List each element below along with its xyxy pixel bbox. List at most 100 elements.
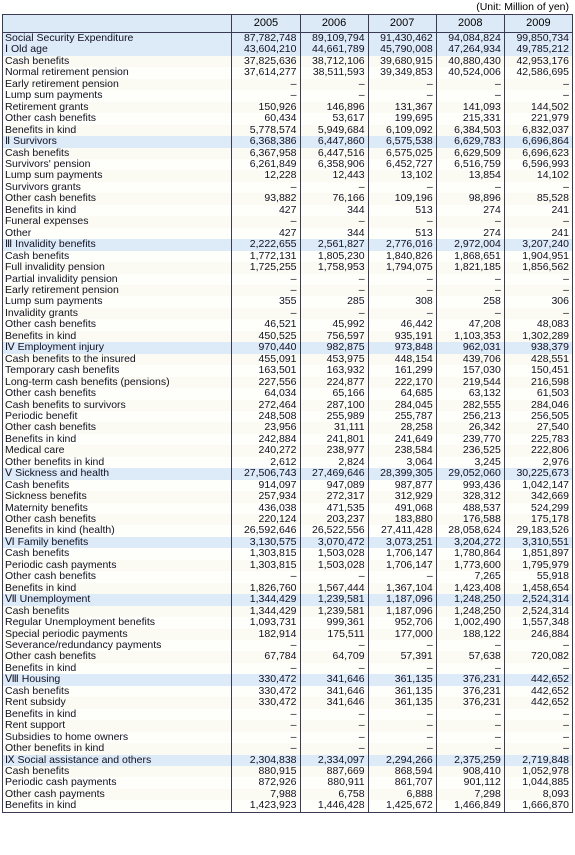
row-label: Cash benefits bbox=[2, 55, 233, 68]
cell-value-2006: 999,361 bbox=[300, 617, 369, 629]
cell-value-2007: 177,000 bbox=[368, 628, 437, 641]
cell-value-2005: 23,956 bbox=[231, 422, 301, 434]
table-row: Ⅰ Old age 43,604,210 44,661,789 45,790,008 4… bbox=[2, 44, 573, 56]
row-label: Special periodic payments bbox=[2, 628, 233, 641]
cell-value-2005: 150,926 bbox=[231, 101, 301, 114]
cell-value-2005: – bbox=[231, 181, 301, 194]
cell-value-2007: 3,073,251 bbox=[368, 536, 437, 549]
cell-value-2005: 87,782,748 bbox=[231, 32, 301, 45]
cell-value-2006: – bbox=[300, 216, 369, 228]
cell-value-2008: 157,030 bbox=[436, 365, 505, 377]
cell-value-2005: 880,915 bbox=[231, 766, 301, 778]
cell-value-2005: – bbox=[231, 273, 301, 285]
cell-value-2008: 3,245 bbox=[436, 456, 505, 469]
table-row: Lump sum payments – – – – – bbox=[2, 90, 573, 102]
cell-value-2005: 6,261,849 bbox=[231, 158, 301, 171]
row-label: Severance/redundancy payments bbox=[2, 640, 233, 652]
cell-value-2005: – bbox=[231, 720, 301, 732]
cell-value-2008: 439,706 bbox=[436, 353, 505, 366]
cell-value-2006: 880,911 bbox=[300, 777, 369, 789]
cell-value-2009: 428,551 bbox=[504, 353, 573, 366]
table-row: Benefits in kind – – – – – bbox=[2, 662, 573, 675]
cell-value-2007: 284,045 bbox=[368, 399, 437, 411]
table-row: Benefits in kind 5,778,574 5,949,684 6,109,… bbox=[2, 124, 573, 137]
row-label: Temporary cash benefits bbox=[2, 365, 233, 377]
cell-value-2005: 6,368,386 bbox=[231, 136, 301, 148]
row-label: Early retirement pension bbox=[2, 78, 233, 91]
row-label: Benefits in kind bbox=[2, 582, 233, 595]
cell-value-2009: 2,524,314 bbox=[504, 594, 573, 606]
cell-value-2008: 141,093 bbox=[436, 101, 505, 114]
cell-value-2006: 285 bbox=[300, 296, 369, 308]
cell-value-2006: 238,977 bbox=[300, 445, 369, 457]
cell-value-2008: 2,375,259 bbox=[436, 754, 505, 766]
cell-value-2007: 13,102 bbox=[368, 170, 437, 182]
table-row: Funeral expenses – – – – – bbox=[2, 216, 573, 228]
cell-value-2009: 27,540 bbox=[504, 422, 573, 434]
row-label: Cash benefits bbox=[2, 605, 233, 618]
row-label: Benefits in kind bbox=[2, 433, 233, 446]
row-label: Other cash benefits bbox=[2, 514, 233, 526]
cell-value-2009: 720,082 bbox=[504, 651, 573, 663]
cell-value-2006: – bbox=[300, 90, 369, 102]
cell-value-2005: – bbox=[231, 662, 301, 675]
cell-value-2006: 341,646 bbox=[300, 674, 369, 686]
cell-value-2008: 176,588 bbox=[436, 514, 505, 526]
row-label: Full invalidity pension bbox=[2, 262, 233, 274]
cell-value-2009: 1,042,147 bbox=[504, 479, 573, 492]
table-row: Cash benefits 6,367,958 6,447,516 6,575,025… bbox=[2, 147, 573, 159]
table-row: Ⅳ Employment injury 970,440 982,875 973,848… bbox=[2, 342, 573, 354]
cell-value-2008: – bbox=[436, 90, 505, 102]
row-label: Cash benefits bbox=[2, 479, 233, 492]
row-label: Normal retirement pension bbox=[2, 67, 233, 79]
cell-value-2008: 57,638 bbox=[436, 651, 505, 663]
cell-value-2007: 45,790,008 bbox=[368, 44, 437, 56]
cell-value-2009: – bbox=[504, 78, 573, 91]
table-row: Invalidity grants – – – – – bbox=[2, 307, 573, 320]
cell-value-2008: 1,248,250 bbox=[436, 605, 505, 618]
cell-value-2006: – bbox=[300, 662, 369, 675]
cell-value-2005: 46,521 bbox=[231, 319, 301, 331]
cell-value-2007: 1,187,096 bbox=[368, 594, 437, 606]
cell-value-2008: 376,231 bbox=[436, 697, 505, 709]
cell-value-2006: – bbox=[300, 571, 369, 583]
cell-value-2005: – bbox=[231, 284, 301, 297]
cell-value-2005: 163,501 bbox=[231, 365, 301, 377]
cell-value-2008: – bbox=[436, 284, 505, 297]
cell-value-2008: 1,423,408 bbox=[436, 582, 505, 595]
table-row: Benefits in kind – – – – – bbox=[2, 708, 573, 721]
table-row: Cash benefits 1,344,429 1,239,581 1,187,096… bbox=[2, 605, 573, 618]
cell-value-2005: 37,614,277 bbox=[231, 67, 301, 79]
cell-value-2009: 6,832,037 bbox=[504, 124, 573, 137]
row-label: Regular Unemployment benefits bbox=[2, 617, 233, 629]
cell-value-2007: 308 bbox=[368, 296, 437, 308]
cell-value-2008: 188,122 bbox=[436, 628, 505, 641]
row-label: Other cash benefits bbox=[2, 651, 233, 663]
cell-value-2008: 7,298 bbox=[436, 788, 505, 801]
cell-value-2006: 1,503,028 bbox=[300, 559, 369, 572]
row-label: Cash benefits bbox=[2, 548, 233, 560]
cell-value-2005: 272,464 bbox=[231, 399, 301, 411]
row-label: Other cash benefits bbox=[2, 193, 233, 205]
cell-value-2006: 76,166 bbox=[300, 193, 369, 205]
cell-value-2005: 330,472 bbox=[231, 697, 301, 709]
row-label: Medical care bbox=[2, 445, 233, 457]
cell-value-2005: 970,440 bbox=[231, 342, 301, 354]
cell-value-2008: 488,537 bbox=[436, 502, 505, 515]
cell-value-2007: 1,794,075 bbox=[368, 262, 437, 274]
cell-value-2009: – bbox=[504, 216, 573, 228]
cell-value-2009: – bbox=[504, 720, 573, 732]
row-label: Funeral expenses bbox=[2, 216, 233, 228]
cell-value-2009: – bbox=[504, 743, 573, 755]
cell-value-2009: – bbox=[504, 731, 573, 744]
cell-value-2007: 161,299 bbox=[368, 365, 437, 377]
cell-value-2006: 1,567,444 bbox=[300, 582, 369, 595]
cell-value-2007: 6,109,092 bbox=[368, 124, 437, 137]
table-row: Medical care 240,272 238,977 238,584 236,525… bbox=[2, 445, 573, 457]
cell-value-2009: 1,904,951 bbox=[504, 250, 573, 263]
cell-value-2006: 1,503,028 bbox=[300, 548, 369, 560]
cell-value-2008: – bbox=[436, 216, 505, 228]
cell-value-2007: 39,680,915 bbox=[368, 55, 437, 68]
cell-value-2009: 3,310,551 bbox=[504, 536, 573, 549]
cell-value-2008: 376,231 bbox=[436, 685, 505, 698]
